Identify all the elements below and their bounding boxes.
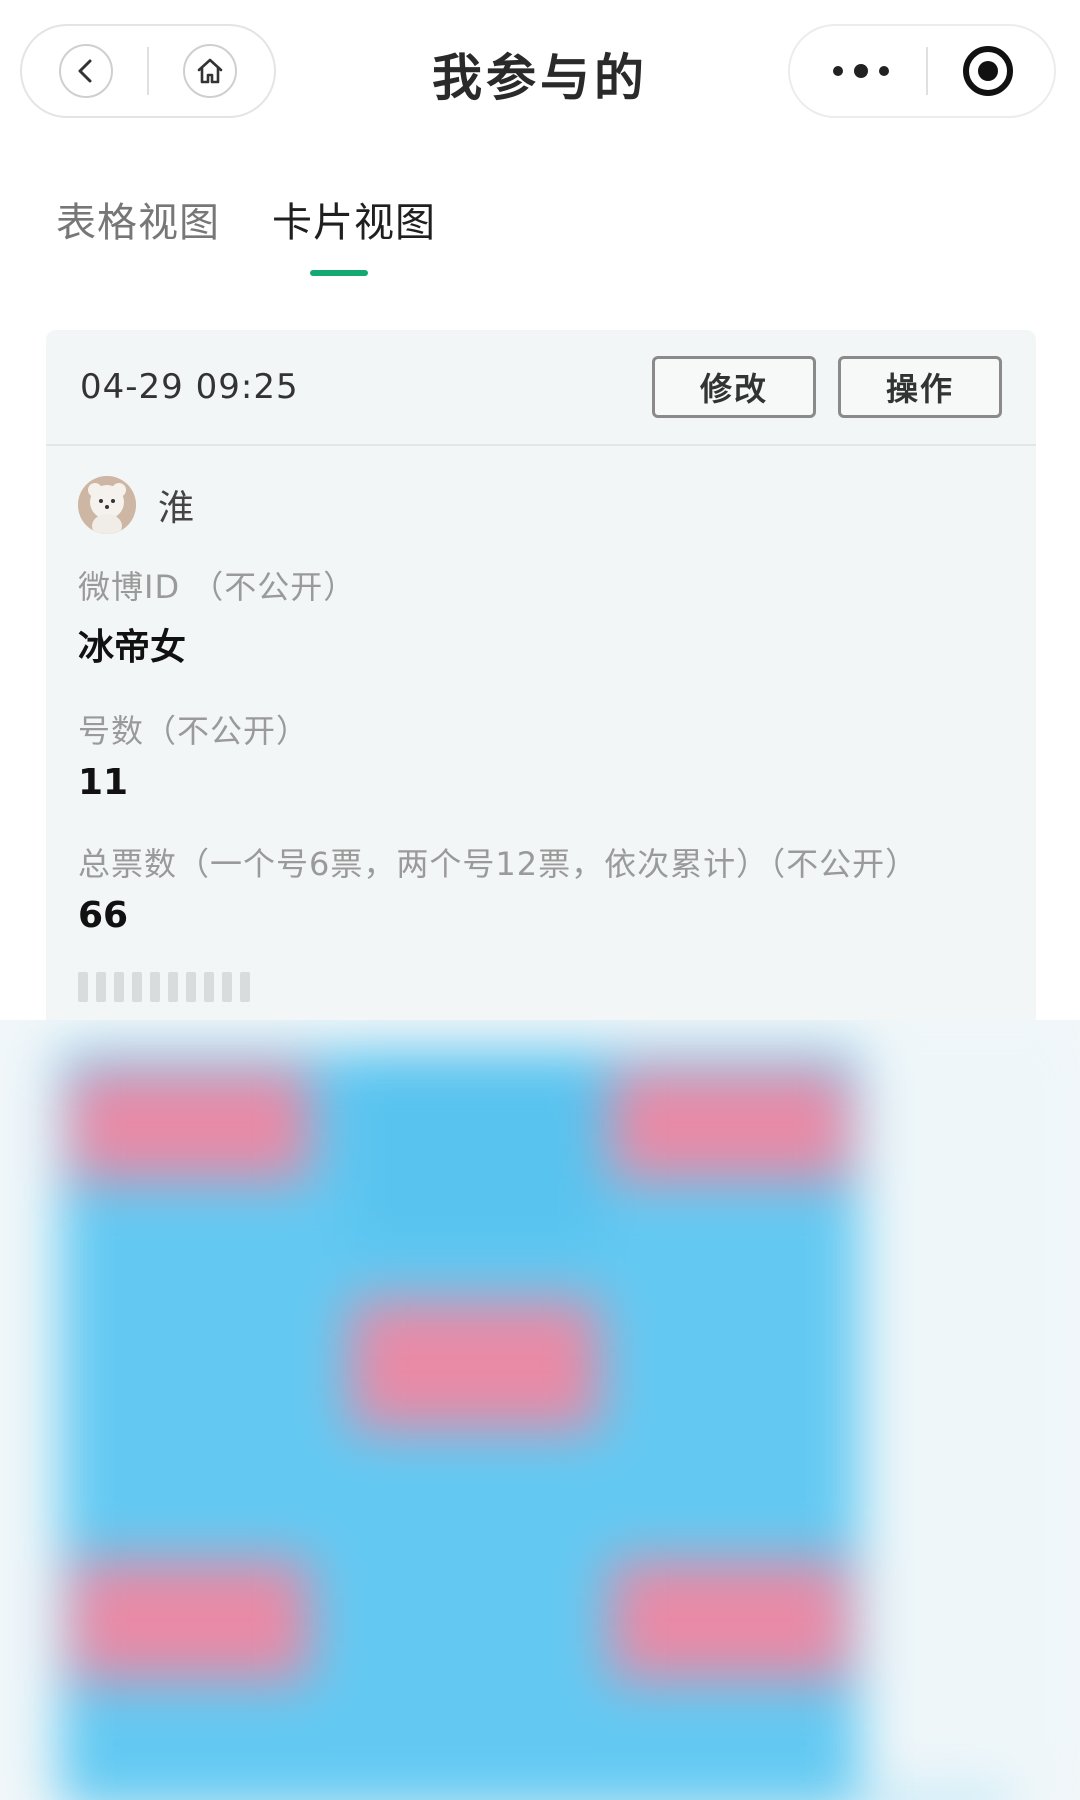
field-label: 微博ID （不公开） [78,568,357,606]
nav-separator [925,47,928,95]
active-tab-indicator [310,270,368,276]
field-value: 11 [78,762,129,803]
target-icon [963,46,1014,96]
nav-capsule-left [20,24,276,118]
submission-time: 04-29 09:25 [80,367,299,407]
more-dots-icon [832,64,889,78]
more-button[interactable] [821,41,901,101]
home-icon [197,58,223,84]
field-label: 总票数（一个号6票，两个号12票，依次累计）（不公开） [78,845,919,883]
page: 我参与的 表格视图 卡片视图 04-29 09:25 修改 操作 淮 微博ID … [0,0,1080,1800]
field-account-count: 号数（不公开） 11 [78,706,1004,803]
field-label: 号数（不公开） [78,712,310,750]
field-weibo-id: 微博ID （不公开） 冰帝女 [78,562,1004,670]
avatar [78,476,136,534]
blurred-image [0,1020,1080,1800]
chevron-left-icon [78,59,92,83]
action-button[interactable]: 操作 [838,356,1002,418]
tab-card-view[interactable]: 卡片视图 [272,190,436,248]
nav-capsule-right [788,24,1056,118]
back-button[interactable] [59,44,113,98]
nav-separator [147,47,149,95]
view-tabs: 表格视图 卡片视图 [56,190,436,248]
card-header: 04-29 09:25 修改 操作 [46,330,1036,446]
card-body: 淮 微博ID （不公开） 冰帝女 号数（不公开） 11 总票数（一个号6票，两个… [46,446,1036,1032]
field-total-votes: 总票数（一个号6票，两个号12票，依次累计）（不公开） 66 [78,839,1004,936]
home-button[interactable] [183,44,237,98]
user-row: 淮 [78,476,1004,534]
tab-table-view[interactable]: 表格视图 [56,190,220,248]
card-actions: 修改 操作 [652,356,1002,418]
user-name: 淮 [158,488,195,529]
blurred-image-content [0,1020,1080,1800]
close-miniprogram-button[interactable] [953,41,1023,101]
faded-label-fragment [78,972,1004,1002]
field-value: 冰帝女 [78,627,187,668]
edit-button[interactable]: 修改 [652,356,816,418]
field-value: 66 [78,895,129,936]
